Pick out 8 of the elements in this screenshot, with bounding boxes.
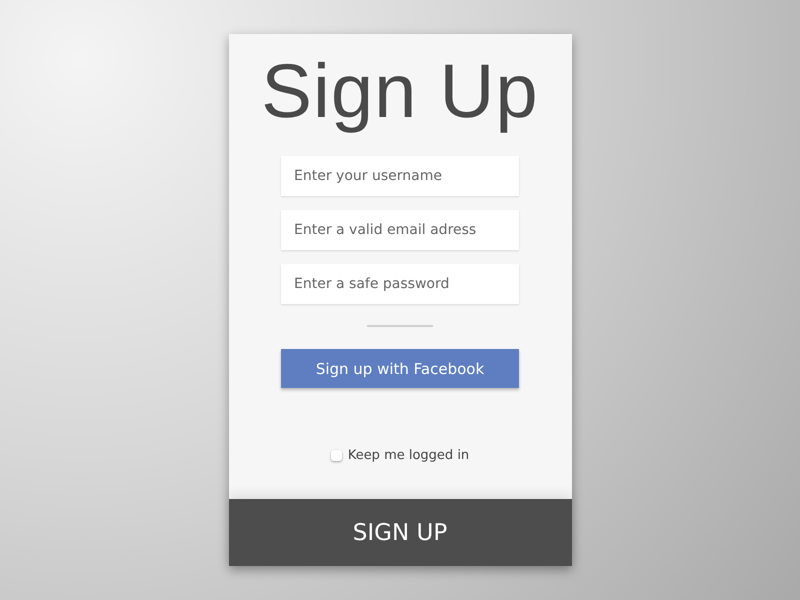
- facebook-button[interactable]: Sign up with Facebook: [281, 349, 519, 388]
- checkbox-label: Keep me logged in: [348, 448, 470, 463]
- input-field[interactable]: Enter a valid email adress: [281, 210, 519, 250]
- input-field[interactable]: Enter a safe password: [281, 264, 519, 304]
- input-field[interactable]: Enter your username: [281, 156, 519, 196]
- signup-button[interactable]: SIGN UP: [228, 499, 572, 566]
- checkbox[interactable]: [330, 450, 342, 461]
- page-title: Sign Up: [261, 50, 539, 134]
